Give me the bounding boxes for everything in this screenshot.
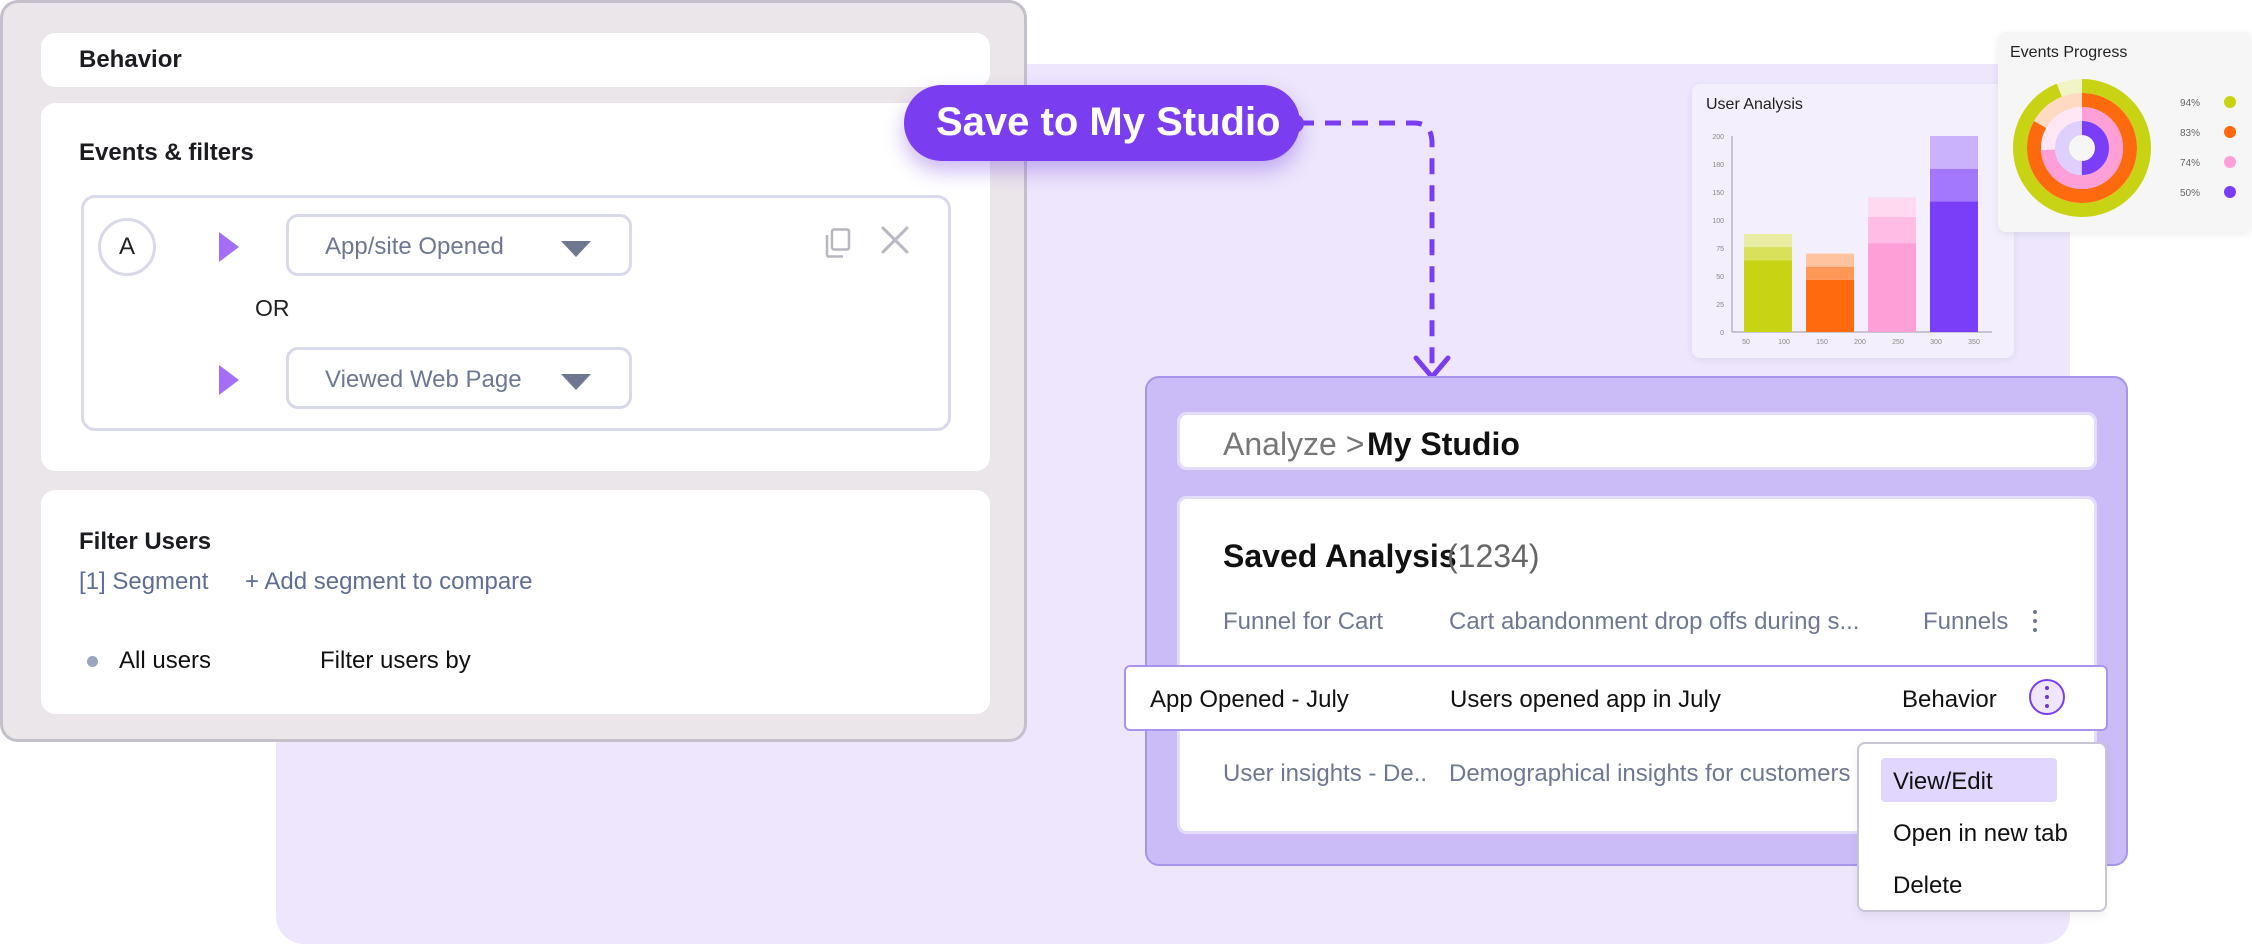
group-label: A — [98, 218, 156, 276]
behavior-title: Behavior — [79, 46, 182, 73]
x-tick-label: 100 — [1778, 339, 1790, 346]
menu-item-view-edit[interactable]: View/Edit — [1893, 768, 1993, 796]
row-name[interactable]: Funnel for Cart — [1223, 608, 1383, 636]
y-tick-label: 150 — [1712, 190, 1724, 197]
saved-analysis-count: (1234) — [1447, 538, 1540, 574]
connector-arrow — [1298, 120, 1451, 381]
x-tick-label: 300 — [1930, 339, 1942, 346]
event-2-value: Viewed Web Page — [325, 366, 522, 393]
bar-segment — [1806, 253, 1854, 267]
save-to-studio-button[interactable]: Save to My Studio — [904, 85, 1304, 161]
saved-analysis-title: Saved Analysis — [1223, 538, 1457, 574]
save-to-studio-label: Save to My Studio — [936, 100, 1281, 144]
y-tick-label: 75 — [1716, 246, 1724, 253]
bar-segment — [1868, 197, 1916, 218]
chart-title: User Analysis — [1706, 96, 1803, 113]
bullet-icon — [87, 656, 98, 667]
legend-marker — [2224, 156, 2236, 168]
legend-marker — [2224, 126, 2236, 138]
copy-icon[interactable] — [825, 228, 851, 258]
events-progress-chart: 94% 83% 74% 50% — [2013, 79, 2236, 217]
legend-label: 83% — [2180, 128, 2200, 139]
row-name: App Opened - July — [1150, 686, 1349, 713]
row-type: Behavior — [1902, 686, 1997, 713]
chevron-down-icon — [561, 241, 591, 257]
menu-item-open-new-tab[interactable]: Open in new tab — [1893, 820, 2068, 848]
chevron-down-icon — [561, 374, 591, 390]
event-1-value: App/site Opened — [325, 233, 504, 260]
x-tick-label: 250 — [1892, 339, 1904, 346]
y-tick-label: 180 — [1712, 162, 1724, 169]
bar-segment — [1930, 136, 1978, 169]
expand-event-2-icon[interactable] — [219, 365, 239, 395]
bar-segment — [1744, 247, 1792, 261]
close-icon[interactable] — [879, 224, 911, 256]
breadcrumb: Analyze > My Studio — [1177, 412, 2097, 470]
legend-label: 94% — [2180, 98, 2200, 109]
row-name[interactable]: User insights - De.. — [1223, 760, 1427, 788]
filter-users-card: Filter Users [1] Segment + Add segment t… — [41, 490, 990, 714]
breadcrumb-current: My Studio — [1367, 426, 1520, 462]
events-title: Events & filters — [79, 139, 254, 166]
kebab-menu-icon[interactable] — [2029, 679, 2065, 715]
chart-title: Events Progress — [2010, 44, 2128, 61]
legend-label: 74% — [2180, 158, 2200, 169]
event-group: A App/site Opened OR Viewed Web Page — [81, 195, 951, 431]
row-context-menu: View/Edit Open in new tab Delete — [1857, 742, 2107, 912]
bar-segment — [1930, 168, 1978, 202]
bar-segment — [1806, 279, 1854, 332]
bar-segment — [1868, 243, 1916, 332]
y-tick-label: 25 — [1716, 302, 1724, 309]
breadcrumb-parent[interactable]: Analyze > — [1223, 426, 1364, 463]
query-builder-panel: Behavior Events & filters A App/site Ope… — [0, 0, 1027, 742]
row-type: Funnels — [1923, 608, 2009, 635]
or-separator: OR — [255, 295, 290, 321]
y-tick-label: 200 — [1712, 134, 1724, 141]
bar-segment — [1806, 266, 1854, 280]
event-2-dropdown[interactable]: Viewed Web Page — [286, 347, 632, 409]
row-description: Users opened app in July — [1450, 686, 1721, 713]
x-tick-label: 50 — [1742, 339, 1750, 346]
expand-event-1-icon[interactable] — [219, 232, 239, 262]
pill-handle — [1285, 114, 1304, 133]
x-tick-label: 350 — [1968, 339, 1980, 346]
segment-link[interactable]: [1] Segment — [79, 568, 208, 596]
row-description: Demographical insights for customers — [1449, 760, 1851, 787]
filter-users-by-option[interactable]: Filter users by — [320, 647, 471, 675]
legend-marker — [2224, 186, 2236, 198]
bar-segment — [1868, 217, 1916, 244]
bar-segment — [1744, 260, 1792, 332]
legend-marker — [2224, 96, 2236, 108]
bar-segment — [1744, 234, 1792, 248]
x-tick-label: 150 — [1816, 339, 1828, 346]
x-tick-label: 200 — [1854, 339, 1866, 346]
events-filters-card: Events & filters A App/site Opened OR Vi… — [41, 103, 990, 471]
user-analysis-chart-card: 0 25 50 75 100 150 180 200 50 100 150 200 250 300 350 … — [1692, 84, 2014, 358]
bar-segment — [1930, 201, 1978, 332]
row-description: Cart abandonment drop offs during s... — [1449, 608, 1860, 635]
events-progress-card: 94% 83% 74% 50% Events Progress — [1998, 32, 2252, 232]
menu-item-delete[interactable]: Delete — [1893, 872, 1962, 900]
add-segment-button[interactable]: + Add segment to compare — [245, 568, 533, 596]
table-row-selected[interactable]: App Opened - July Users opened app in Ju… — [1124, 665, 2108, 731]
y-tick-label: 50 — [1716, 274, 1724, 281]
y-tick-label: 0 — [1720, 330, 1724, 337]
filter-users-title: Filter Users — [79, 528, 212, 555]
all-users-option[interactable]: All users — [119, 647, 211, 675]
legend-label: 50% — [2180, 188, 2200, 199]
y-tick-label: 100 — [1712, 218, 1724, 225]
behavior-card: Behavior — [41, 33, 990, 87]
event-1-dropdown[interactable]: App/site Opened — [286, 214, 632, 276]
kebab-menu-icon[interactable] — [2031, 610, 2039, 636]
user-analysis-chart: 0 25 50 75 100 150 180 200 50 100 150 200 250 300 350 — [1712, 134, 1992, 346]
